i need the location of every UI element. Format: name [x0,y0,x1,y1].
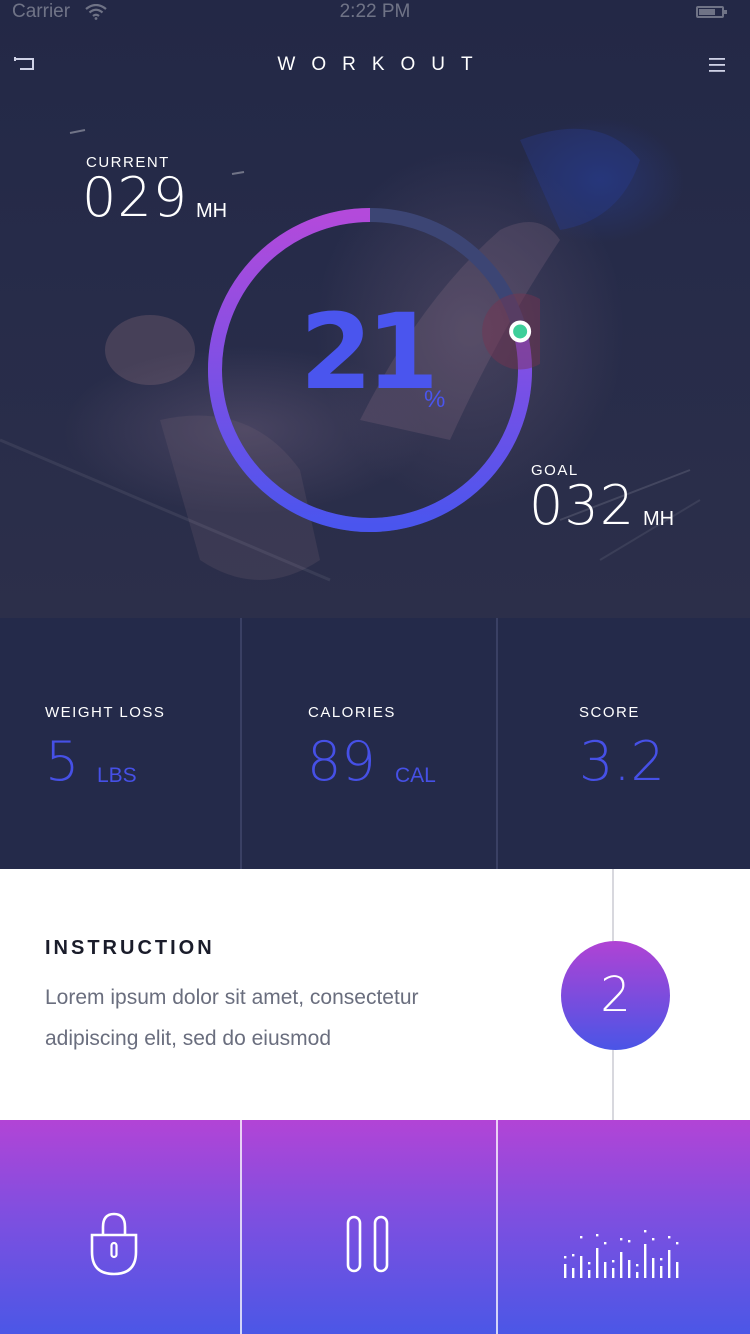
instruction-title: INSTRUCTION [45,937,215,959]
equalizer-peak [644,1230,647,1233]
battery-icon [696,6,727,18]
calories-value: 89 [307,730,376,793]
equalizer-bar [604,1262,607,1278]
percent-value: 21 [300,291,439,413]
equalizer-peak [564,1256,567,1259]
equalizer-bar [564,1264,567,1278]
score-value: 3.2 [579,730,665,793]
equalizer-peak [660,1258,663,1261]
equalizer-bar [588,1270,591,1278]
current-value: 029 [82,166,189,229]
equalizer-peak [636,1264,639,1267]
weight-loss-unit: LBS [97,764,137,787]
equalizer-peak [676,1242,679,1245]
divider [496,618,498,869]
equalizer-peak [652,1238,655,1241]
score-label: SCORE [579,704,640,721]
page-title: WORKOUT [277,54,489,75]
equalizer-peak [572,1254,575,1257]
pause-icon [346,1215,389,1273]
step-number-badge[interactable]: 2 [561,941,670,1050]
equalizer-peak [620,1238,623,1241]
equalizer-bar [612,1268,615,1278]
equalizer-icon [564,1230,679,1278]
calories-unit: CAL [395,764,436,787]
clock-time: 2:22 PM [339,1,411,22]
percent-unit: % [424,386,446,413]
hero-section: Carrier 2:22 PM WORKOUT CURRENT 029 MH 2… [0,0,750,618]
instruction-line-2: adipiscing elit, sed do eiusmod [45,1027,332,1050]
instruction-line-1: Lorem ipsum dolor sit amet, consectetur [45,986,419,1009]
weight-loss-value: 5 [45,730,80,793]
equalizer-bar [644,1244,647,1278]
divider [240,618,242,869]
equalizer-bar [676,1262,679,1278]
equalizer-bar [660,1266,663,1278]
equalizer-bar [580,1256,583,1278]
equalizer-peak [588,1262,591,1265]
equalizer-bar [620,1252,623,1278]
lock-icon [90,1212,138,1276]
stats-panel: WEIGHT LOSS 5 LBS CALORIES 89 CAL SCORE … [0,618,750,869]
instruction-text: Lorem ipsum dolor sit amet, consectetur … [45,977,535,1059]
weight-loss-label: WEIGHT LOSS [45,704,166,721]
equalizer-peak [612,1260,615,1263]
goal-unit: MH [643,508,675,530]
equalizer-bar [572,1268,575,1278]
lock-button[interactable] [0,1120,240,1334]
equalizer-peak [596,1234,599,1237]
pause-button[interactable] [242,1120,496,1334]
equalizer-button[interactable] [498,1120,750,1334]
equalizer-peak [628,1240,631,1243]
goal-value: 032 [529,474,636,537]
equalizer-bar [636,1272,639,1278]
equalizer-bar [596,1248,599,1278]
equalizer-bar [652,1258,655,1278]
controls-bar [0,1120,750,1334]
equalizer-bar [668,1250,671,1278]
status-bar: Carrier 2:22 PM [0,0,750,28]
equalizer-peak [580,1236,583,1239]
progress-knob [509,320,532,343]
calories-label: CALORIES [308,704,396,721]
hamburger-menu-icon[interactable] [708,57,726,73]
equalizer-peak [604,1242,607,1245]
equalizer-bar [628,1260,631,1278]
instruction-panel: INSTRUCTION Lorem ipsum dolor sit amet, … [0,869,750,1120]
equalizer-peak [668,1236,671,1239]
